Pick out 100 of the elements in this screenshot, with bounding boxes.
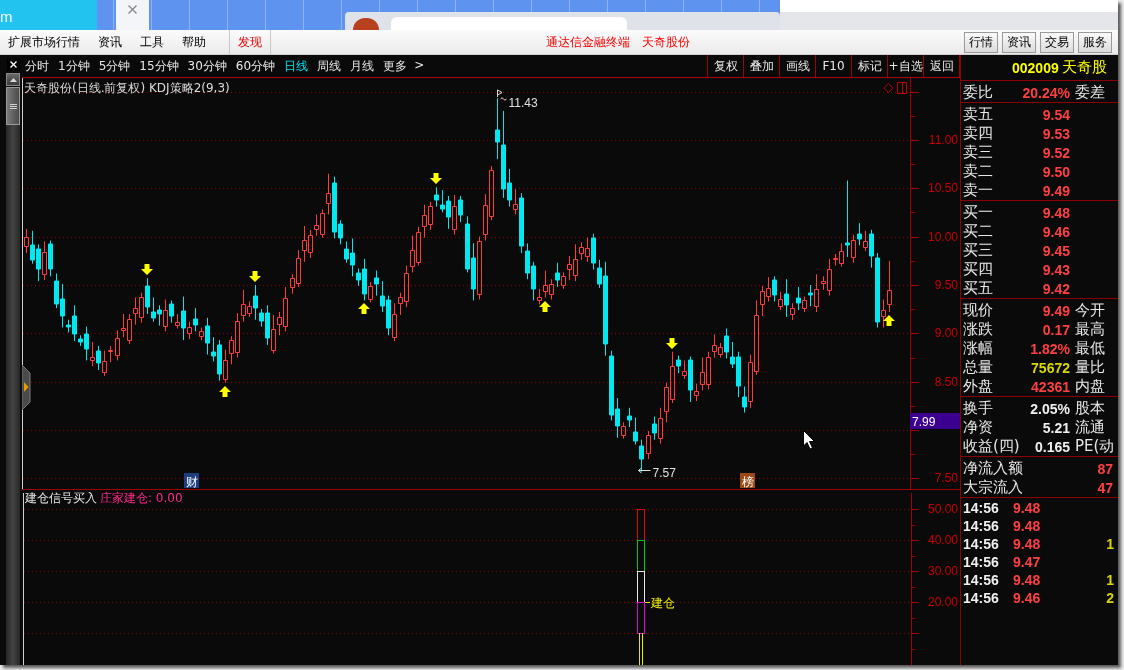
scroll-up-button[interactable] bbox=[6, 73, 20, 86]
period-tab[interactable]: 1分钟 bbox=[58, 57, 90, 75]
collapse-handle[interactable] bbox=[22, 364, 31, 411]
falling-candle bbox=[784, 278, 789, 318]
field-value: 2.05% bbox=[1030, 400, 1070, 417]
rising-candle bbox=[199, 327, 204, 341]
trade-volume: 1 bbox=[1106, 572, 1115, 588]
scale-label: 30.00 bbox=[927, 564, 958, 578]
toolbar-button[interactable]: +自选 bbox=[887, 55, 923, 77]
rising-candle bbox=[24, 228, 29, 254]
period-tab[interactable]: 日线 bbox=[284, 57, 309, 75]
field-label: 卖二 bbox=[963, 163, 993, 180]
falling-candle bbox=[676, 355, 681, 374]
trade-volume: 2 bbox=[1106, 590, 1115, 606]
rising-candle bbox=[682, 359, 687, 380]
field-value: 9.54 bbox=[1042, 106, 1070, 123]
scale-label: 20.00 bbox=[927, 595, 958, 609]
field-label: 买一 bbox=[963, 204, 993, 221]
rising-candle bbox=[513, 188, 518, 215]
signal-label: 建仓 bbox=[651, 596, 675, 610]
field-value: 0.165 bbox=[1034, 438, 1070, 455]
axis-label: 10.50 bbox=[927, 181, 958, 195]
field-label: 最低 bbox=[1074, 340, 1106, 357]
close-icon bbox=[128, 5, 137, 14]
rising-candle bbox=[163, 299, 168, 332]
period-tab[interactable]: 60分钟 bbox=[235, 57, 276, 75]
split-square-icon[interactable] bbox=[897, 82, 907, 94]
menu-item[interactable]: 资讯 bbox=[89, 30, 131, 54]
ranking-badge[interactable]: 榜 bbox=[740, 473, 755, 489]
toolbar-button[interactable]: 叠加 bbox=[743, 55, 779, 77]
text-field[interactable] bbox=[391, 17, 627, 30]
diamond-icon[interactable] bbox=[883, 83, 894, 93]
field-label: 收益(四) bbox=[963, 438, 1020, 455]
falling-candle bbox=[458, 195, 463, 223]
field-label: 买二 bbox=[963, 223, 993, 240]
field-label: 委差 bbox=[1074, 84, 1106, 101]
toolbar-button[interactable]: F10 bbox=[815, 55, 851, 77]
field-label: 涨幅 bbox=[963, 340, 993, 357]
field-label: 流通 bbox=[1074, 419, 1106, 436]
field-value: 5.21 bbox=[1042, 419, 1070, 436]
field-label: 最高 bbox=[1074, 321, 1106, 338]
scrollbar-thumb[interactable] bbox=[6, 87, 20, 125]
signal-stem bbox=[639, 632, 643, 665]
field-label: 净流入额 bbox=[963, 460, 1023, 477]
trade-price: 9.48 bbox=[1013, 572, 1041, 588]
falling-candle bbox=[857, 222, 862, 246]
period-tab[interactable]: 5分钟 bbox=[98, 57, 131, 75]
field-label: 卖五 bbox=[963, 106, 993, 123]
trade-time: 14:56 bbox=[963, 500, 1000, 516]
more-button[interactable]: 更多 > bbox=[383, 57, 425, 75]
field-label: 买四 bbox=[963, 261, 993, 278]
toolbar-button[interactable]: 画线 bbox=[779, 55, 815, 77]
grip-icon bbox=[9, 103, 17, 109]
scale-label: 50.00 bbox=[927, 502, 958, 516]
field-label: 买三 bbox=[963, 242, 993, 259]
low-price-label: 7.57 bbox=[652, 465, 676, 480]
nav-button[interactable]: 服务 bbox=[1078, 31, 1112, 53]
nav-button[interactable]: 行情 bbox=[964, 31, 998, 53]
axis-label: 7.50 bbox=[934, 471, 958, 485]
nav-button[interactable]: 交易 bbox=[1040, 31, 1074, 53]
chart-title: 天奇股份(日线.前复权) KDJ策略2(9,3) bbox=[24, 81, 230, 95]
falling-candle bbox=[181, 296, 186, 341]
indicator-name: 建仓信号买入 bbox=[25, 491, 97, 505]
scale-label: 40.00 bbox=[927, 533, 958, 547]
nav-button[interactable]: 资讯 bbox=[1002, 31, 1036, 53]
down-arrow-icon bbox=[141, 264, 153, 275]
falling-candle bbox=[555, 262, 560, 288]
period-tab[interactable]: 月线 bbox=[350, 57, 375, 75]
toolbar-button[interactable]: 复权 bbox=[707, 55, 743, 77]
rising-candle bbox=[621, 421, 626, 440]
down-arrow-icon bbox=[249, 271, 261, 282]
window-text: m bbox=[0, 9, 13, 24]
axis-label: 9.00 bbox=[934, 326, 958, 340]
field-label: 卖三 bbox=[963, 144, 993, 161]
field-label: 涨跌 bbox=[963, 321, 993, 338]
period-tab[interactable]: 分时 bbox=[25, 57, 49, 75]
menu-item[interactable]: 工具 bbox=[131, 30, 173, 54]
falling-candle bbox=[193, 307, 198, 332]
rising-candle bbox=[778, 291, 783, 311]
rising-candle bbox=[187, 321, 192, 340]
finance-badge[interactable]: 财 bbox=[184, 473, 199, 489]
falling-candle bbox=[688, 356, 693, 403]
toolbar-button[interactable]: 标记 bbox=[851, 55, 887, 77]
rising-candle bbox=[452, 194, 457, 236]
field-value: 9.48 bbox=[1042, 204, 1070, 221]
axis-label: 11.00 bbox=[928, 133, 958, 147]
caret-icon bbox=[24, 382, 29, 392]
period-tab[interactable]: 15分钟 bbox=[139, 57, 179, 75]
trade-price: 9.46 bbox=[1013, 590, 1041, 606]
field-value: 75672 bbox=[1031, 359, 1070, 376]
menu-item[interactable]: 扩展市场行情 bbox=[0, 30, 89, 54]
field-value: 9.42 bbox=[1042, 280, 1070, 297]
up-arrow-icon bbox=[883, 315, 895, 326]
up-arrow-icon bbox=[358, 303, 370, 314]
period-tab[interactable]: 周线 bbox=[317, 57, 342, 75]
falling-candle bbox=[772, 275, 777, 302]
close-button[interactable] bbox=[7, 58, 20, 71]
leader-line bbox=[497, 89, 507, 101]
menu-item[interactable]: 帮助 bbox=[173, 30, 215, 54]
period-tab[interactable]: 30分钟 bbox=[187, 57, 227, 75]
